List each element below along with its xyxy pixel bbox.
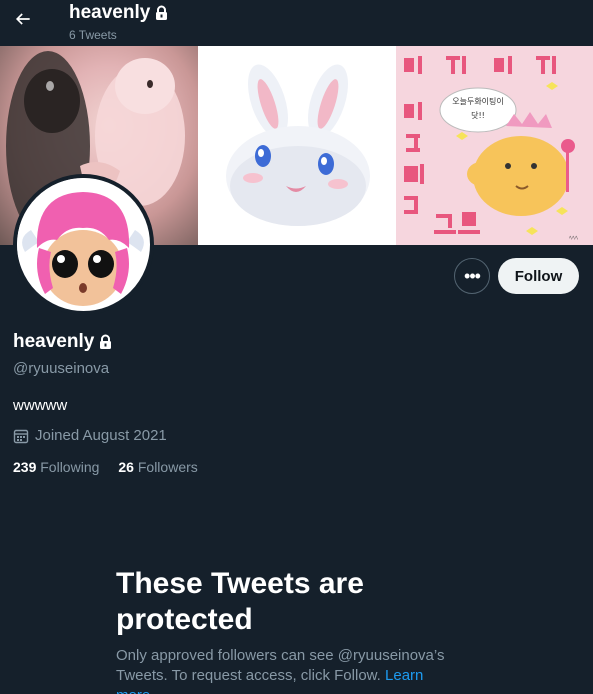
more-icon: ••• <box>464 265 481 286</box>
banner-panel-character: 오늘두화이팅이 닷!! ﾍﾍﾍ <box>396 46 593 245</box>
header-name-text: heavenly <box>69 2 151 23</box>
lock-icon <box>156 5 168 20</box>
more-options-button[interactable]: ••• <box>454 258 490 294</box>
protected-description: Only approved followers can see @ryuusei… <box>116 646 456 694</box>
followers-label: Followers <box>137 459 198 475</box>
banner-bubble-line2: 닷!! <box>471 110 485 120</box>
followers-count: 26 <box>118 459 134 475</box>
banner-panel-bunny <box>198 46 396 245</box>
top-header: heavenly 6 Tweets <box>0 0 593 46</box>
profile-display-name: heavenly <box>13 331 113 353</box>
joined-text: Joined August 2021 <box>35 427 167 444</box>
display-name-text: heavenly <box>13 331 95 352</box>
profile-handle: @ryuuseinova <box>13 360 110 377</box>
calendar-icon <box>13 429 29 443</box>
tweet-count: 6 Tweets <box>69 28 117 42</box>
avatar[interactable] <box>13 174 154 315</box>
protected-title: These Tweets are protected <box>116 567 364 636</box>
lock-icon <box>100 334 112 349</box>
follow-stats: 239 Following 26 Followers <box>13 459 198 475</box>
following-label: Following <box>40 459 100 475</box>
followers-link[interactable]: 26 Followers <box>118 459 197 475</box>
following-link[interactable]: 239 Following <box>13 459 99 475</box>
arrow-left-icon <box>15 13 30 25</box>
banner-signature: ﾍﾍﾍ <box>569 235 578 242</box>
follow-button[interactable]: Follow <box>498 258 579 294</box>
banner-bubble-line1: 오늘두화이팅이 <box>452 96 504 106</box>
header-title: heavenly <box>69 2 169 24</box>
profile-bio: wwwww <box>13 397 68 414</box>
following-count: 239 <box>13 459 37 475</box>
joined-date: Joined August 2021 <box>13 427 167 444</box>
back-button[interactable] <box>8 4 38 34</box>
